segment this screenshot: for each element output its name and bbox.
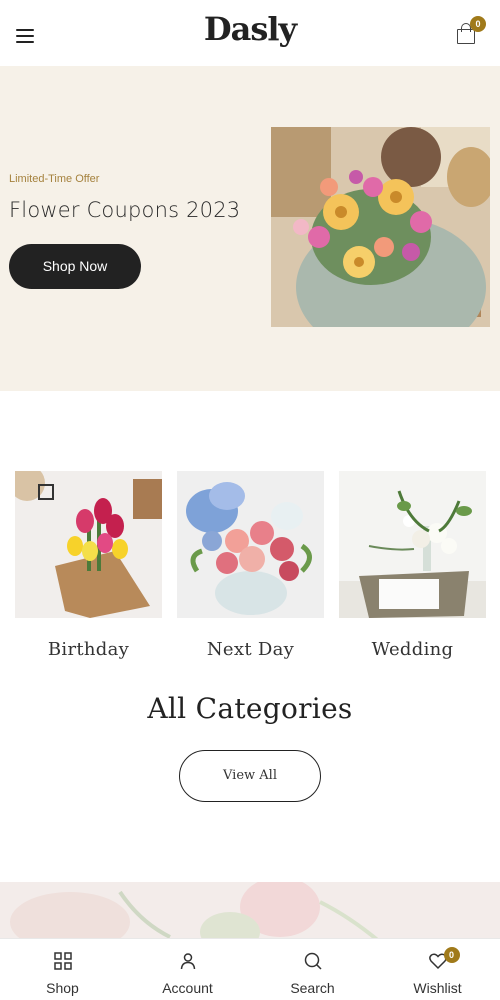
cart-icon[interactable]: 0 — [456, 16, 486, 44]
category-label[interactable]: Next Day — [177, 639, 324, 660]
hero-tag: Limited-Time Offer — [9, 173, 100, 185]
category-birthday[interactable]: Birthday — [15, 471, 162, 660]
nav-label: Shop — [46, 980, 79, 996]
view-all-button[interactable]: View All — [179, 750, 321, 802]
wishlist-count-badge: 0 — [443, 947, 460, 963]
nav-search[interactable]: Search — [250, 939, 375, 1000]
user-icon — [180, 953, 195, 970]
nav-label: Account — [162, 980, 213, 996]
hero-banner: Limited-Time Offer Flower Coupons 2023 S… — [0, 66, 500, 391]
category-label[interactable]: Wedding — [339, 639, 486, 660]
header: Dasly 0 — [0, 0, 500, 66]
hero-title: Flower Coupons 2023 — [9, 198, 241, 222]
nav-label: Search — [290, 980, 335, 996]
grid-icon — [53, 952, 72, 970]
category-next-day[interactable]: Next Day — [177, 471, 324, 660]
floral-banner-image — [0, 882, 500, 942]
logo[interactable]: Dasly — [0, 10, 500, 48]
nav-account[interactable]: Account — [125, 939, 250, 1000]
hero-bouquet-image — [271, 127, 490, 327]
category-label[interactable]: Birthday — [15, 639, 162, 660]
bottom-nav: Shop Account Search 0 Wishlist — [0, 938, 500, 1000]
category-wedding[interactable]: Wedding — [339, 471, 486, 660]
nav-label: Wishlist — [413, 980, 462, 996]
all-categories-title: All Categories — [147, 692, 353, 725]
cart-count-badge: 0 — [470, 16, 486, 32]
category-image[interactable] — [339, 471, 486, 618]
nav-wishlist[interactable]: 0 Wishlist — [375, 939, 500, 1000]
nav-shop[interactable]: Shop — [0, 939, 125, 1000]
shop-now-button[interactable]: Shop Now — [9, 244, 141, 289]
category-image[interactable] — [177, 471, 324, 618]
search-icon — [304, 952, 322, 970]
category-image[interactable] — [15, 471, 162, 618]
